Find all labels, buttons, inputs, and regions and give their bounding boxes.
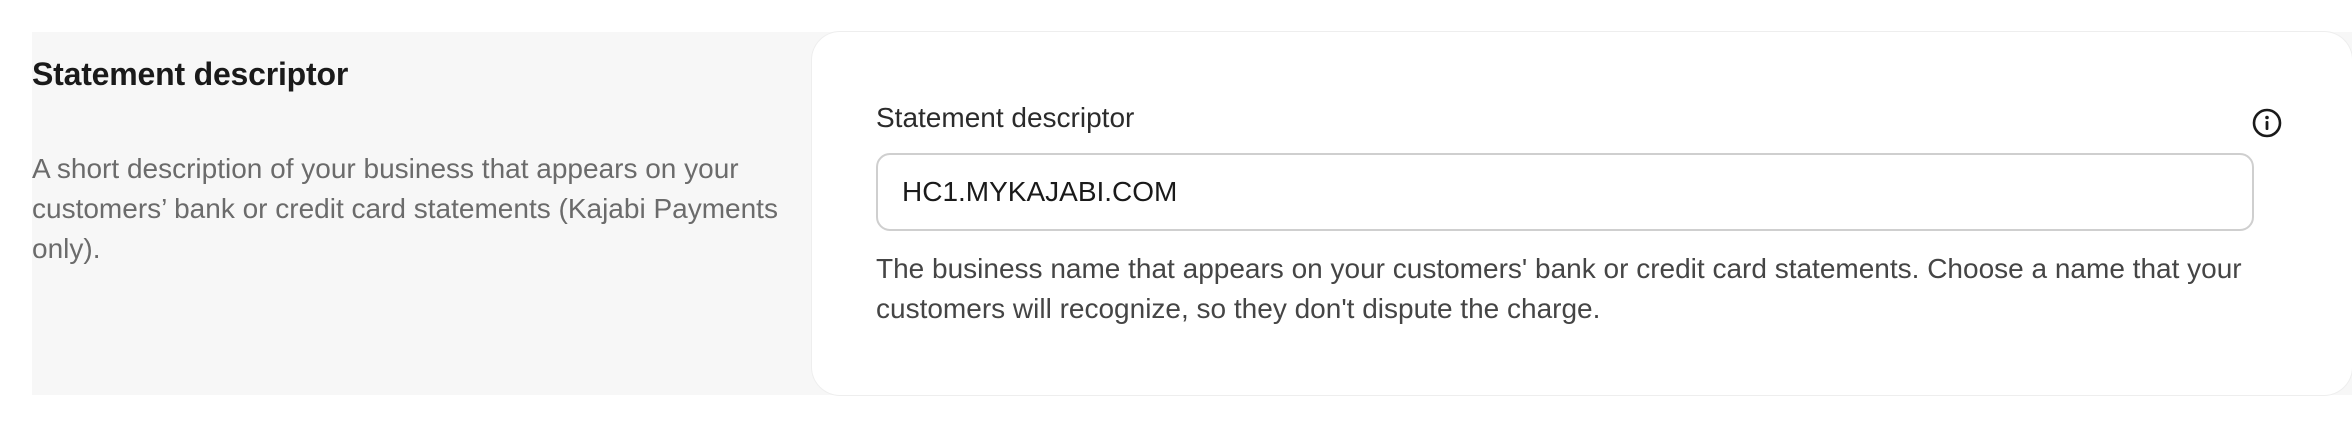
section-description: A short description of your business tha… xyxy=(32,153,778,264)
statement-descriptor-card: Statement descriptor The business name t… xyxy=(812,32,2352,395)
section-title: Statement descriptor xyxy=(32,56,349,92)
field-label: Statement descriptor xyxy=(876,102,1135,133)
statement-descriptor-section: Statement descriptor A short description… xyxy=(32,32,2352,395)
statement-descriptor-input[interactable] xyxy=(876,153,2254,231)
info-circle-icon xyxy=(2252,108,2282,138)
field-help-text: The business name that appears on your c… xyxy=(876,253,2242,324)
info-icon[interactable] xyxy=(2251,107,2283,139)
